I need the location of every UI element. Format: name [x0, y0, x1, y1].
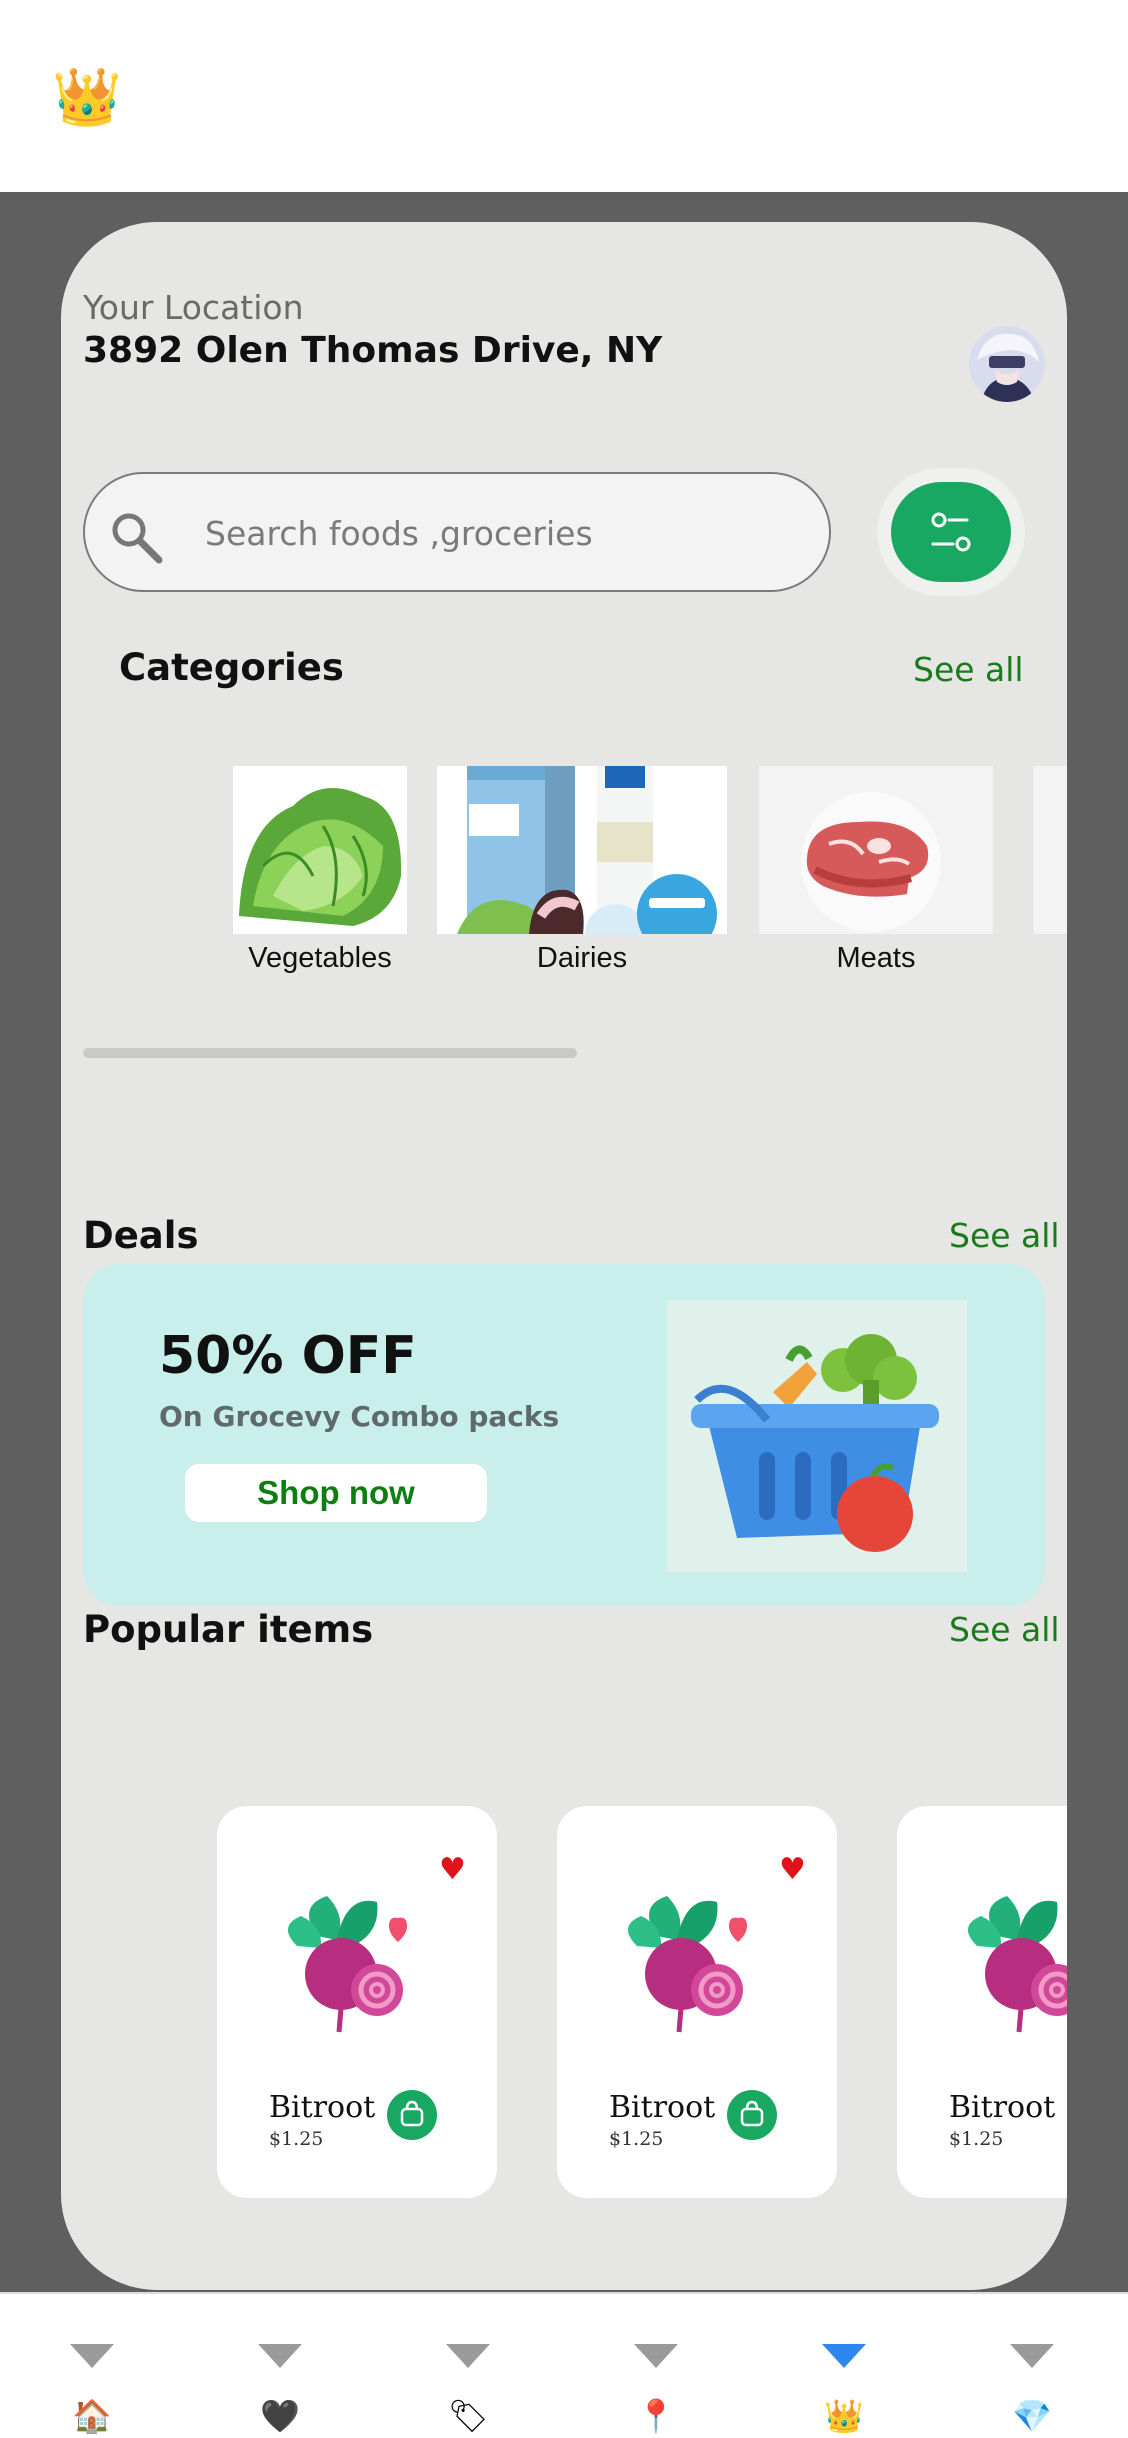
popular-see-all-link[interactable]: See all [949, 1610, 1060, 1649]
category-card-partial[interactable] [1031, 766, 1067, 934]
favorite-heart-icon[interactable]: ♥ [439, 1852, 466, 1887]
deal-banner[interactable]: 50% OFF On Grocevy Combo packs Shop now [83, 1264, 1045, 1606]
search-icon [107, 508, 165, 566]
app-header: 👑 [0, 0, 1128, 192]
steak-icon [759, 766, 993, 934]
search-input[interactable] [205, 498, 805, 568]
item-name: Bitroot [269, 2090, 376, 2125]
item-price: $1.25 [269, 2128, 324, 2150]
home-icon: 🏠 [72, 2397, 112, 2435]
popular-item-card[interactable]: ♥ Bitroot $1.25 [217, 1806, 497, 2198]
chevron-down-icon [70, 2344, 114, 2368]
shop-now-button[interactable]: Shop now [185, 1464, 487, 1522]
chevron-down-icon [258, 2344, 302, 2368]
heart-icon: 🖤 [260, 2397, 300, 2435]
pin-icon: 📍 [636, 2397, 676, 2435]
avatar[interactable] [969, 326, 1045, 402]
add-to-cart-button[interactable] [727, 2090, 777, 2140]
add-to-cart-button[interactable] [387, 2090, 437, 2140]
nav-item-location[interactable]: 📍 [596, 2294, 716, 2438]
tag-icon: 🏷 [447, 2397, 489, 2435]
location-address[interactable]: 3892 Olen Thomas Drive, NY [83, 330, 662, 371]
item-name: Bitroot [949, 2090, 1056, 2125]
category-label: Meats [836, 942, 916, 974]
category-label: Dairies [536, 942, 628, 974]
categories-title: Categories [119, 646, 344, 689]
beetroot-icon [967, 1896, 1067, 2033]
sliders-icon [931, 512, 971, 552]
category-label: Vegetables [248, 942, 392, 974]
nav-item-premium[interactable]: 👑 [784, 2294, 904, 2438]
chevron-down-icon [634, 2344, 678, 2368]
category-card-vegetables[interactable] [233, 766, 407, 934]
deal-subtitle: On Grocevy Combo packs [159, 1400, 560, 1433]
nav-item-rewards[interactable]: 💎 [972, 2294, 1092, 2438]
milk-icon [437, 766, 727, 934]
item-name: Bitroot [609, 2090, 716, 2125]
shopping-bag-icon [400, 2100, 424, 2127]
deal-headline: 50% OFF [159, 1326, 417, 1386]
search-bar[interactable] [83, 472, 831, 592]
nav-item-home[interactable]: 🏠 [32, 2294, 152, 2438]
chevron-down-icon [822, 2344, 866, 2368]
popular-item-card[interactable]: ♥ Bitroot $1.25 [557, 1806, 837, 2198]
popular-item-card[interactable]: Bitroot $1.25 [897, 1806, 1067, 2198]
nav-item-offers[interactable]: 🏷 [408, 2294, 528, 2438]
diamond-icon: 💎 [1012, 2397, 1052, 2435]
category-card-dairies[interactable] [437, 766, 727, 934]
beetroot-icon [287, 1896, 407, 2033]
location-label: Your Location [83, 288, 304, 327]
nav-item-favorites[interactable]: 🖤 [220, 2294, 340, 2438]
home-screen: Your Location 3892 Olen Thomas Drive, NY [61, 222, 1067, 2290]
bottom-navigation: 🏠 🖤 🏷 📍 👑 💎 [0, 2292, 1128, 2436]
chevron-down-icon [1010, 2344, 1054, 2368]
chevron-down-icon [446, 2344, 490, 2368]
item-price: $1.25 [609, 2128, 664, 2150]
favorite-heart-icon[interactable]: ♥ [779, 1852, 806, 1887]
item-price: $1.25 [949, 2128, 1004, 2150]
crown-icon: 👑 [824, 2397, 864, 2435]
lettuce-icon [233, 766, 407, 934]
popular-items-title: Popular items [83, 1608, 374, 1651]
filter-button[interactable] [877, 468, 1025, 596]
shopping-bag-icon [740, 2100, 764, 2127]
category-card-meats[interactable] [759, 766, 993, 934]
deals-see-all-link[interactable]: See all [949, 1216, 1060, 1255]
categories-see-all-link[interactable]: See all [913, 650, 1024, 689]
beetroot-icon [627, 1896, 747, 2033]
categories-scrollbar[interactable] [83, 1048, 577, 1058]
crown-icon: 👑 [52, 65, 122, 130]
deals-title: Deals [83, 1214, 199, 1257]
grocery-basket-icon [667, 1300, 967, 1572]
